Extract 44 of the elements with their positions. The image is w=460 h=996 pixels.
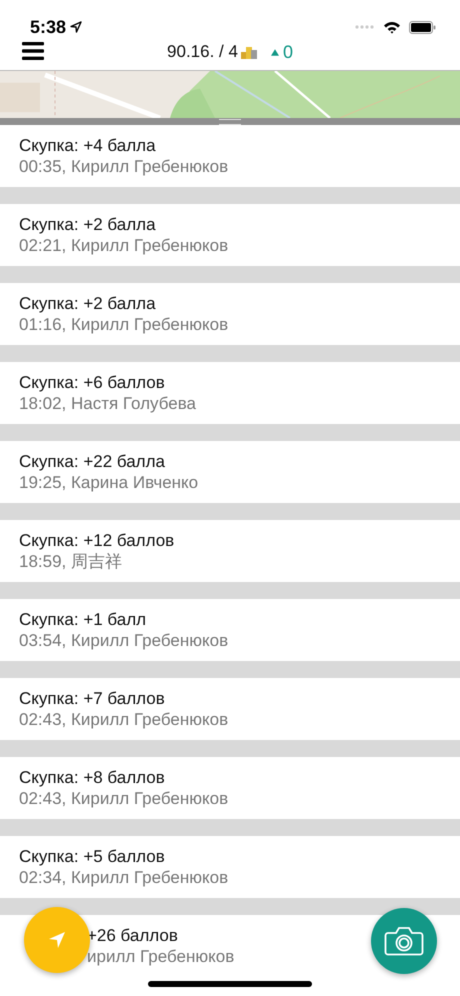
item-title: Скупка: +2 балла — [19, 293, 156, 314]
item-title: Скупка: +12 баллов — [19, 530, 174, 551]
list-item[interactable]: Скупка: +12 баллов 18:59, 周吉祥 — [0, 520, 460, 582]
item-subtitle: 19:25, Карина Ивченко — [19, 472, 198, 493]
list-item[interactable]: Скупка: +6 баллов 18:02, Настя Голубева — [0, 362, 460, 424]
list-item[interactable]: Скупка: +2 балла 02:21, Кирилл Гребенюков — [0, 204, 460, 266]
up-triangle-icon — [270, 48, 279, 56]
item-subtitle: 02:34, Кирилл Гребенюков — [19, 867, 228, 888]
camera-icon — [384, 925, 424, 957]
list-item[interactable]: Скупка: +4 балла 00:35, Кирилл Гребенюков — [0, 125, 460, 187]
location-arrow-icon — [70, 21, 82, 33]
signal-icon — [355, 24, 375, 30]
wifi-icon — [383, 20, 401, 34]
item-title: Скупка: +22 балла — [19, 451, 165, 472]
item-subtitle: 18:59, 周吉祥 — [19, 551, 122, 572]
item-title: Скупка: +1 балл — [19, 609, 146, 630]
item-subtitle: 02:43, Кирилл Гребенюков — [19, 709, 228, 730]
list-item[interactable]: Скупка: +1 балл 03:54, Кирилл Гребенюков — [0, 599, 460, 661]
navigation-arrow-icon — [47, 930, 67, 950]
item-title: +26 баллов — [87, 925, 178, 946]
item-title: Скупка: +4 балла — [19, 135, 156, 156]
list-item[interactable]: Скупка: +8 баллов 02:43, Кирилл Гребенюков — [0, 757, 460, 819]
item-subtitle: 01:16, Кирилл Гребенюков — [19, 314, 228, 335]
battery-icon — [409, 20, 436, 34]
item-title: Скупка: +6 баллов — [19, 372, 165, 393]
item-subtitle: 18:02, Настя Голубева — [19, 393, 196, 414]
score-text: 90.16. / 4 — [167, 42, 238, 62]
item-title: Скупка: +5 баллов — [19, 846, 165, 867]
item-subtitle: 02:21, Кирилл Гребенюков — [19, 235, 228, 256]
delta-count: 0 — [282, 42, 293, 62]
item-title: Скупка: +7 баллов — [19, 688, 165, 709]
item-title: Скупка: +2 балла — [19, 214, 156, 235]
item-subtitle: 00:35, Кирилл Гребенюков — [19, 156, 228, 177]
bar-chart-icon — [240, 45, 257, 59]
menu-icon[interactable] — [22, 42, 44, 60]
item-subtitle: 03:54, Кирилл Гребенюков — [19, 630, 228, 651]
list-item[interactable]: Скупка: +5 баллов 02:34, Кирилл Гребенюков — [0, 836, 460, 898]
item-subtitle: 02:43, Кирилл Гребенюков — [19, 788, 228, 809]
item-title: Скупка: +8 баллов — [19, 767, 165, 788]
item-subtitle: ирилл Гребенюков — [87, 946, 234, 967]
list-item[interactable]: Скупка: +7 баллов 02:43, Кирилл Гребенюков — [0, 678, 460, 740]
list-item[interactable]: Скупка: +2 балла 01:16, Кирилл Гребенюков — [0, 283, 460, 345]
status-time: 5:38 — [30, 16, 66, 38]
list-item[interactable]: Скупка: +22 балла 19:25, Карина Ивченко — [0, 441, 460, 503]
